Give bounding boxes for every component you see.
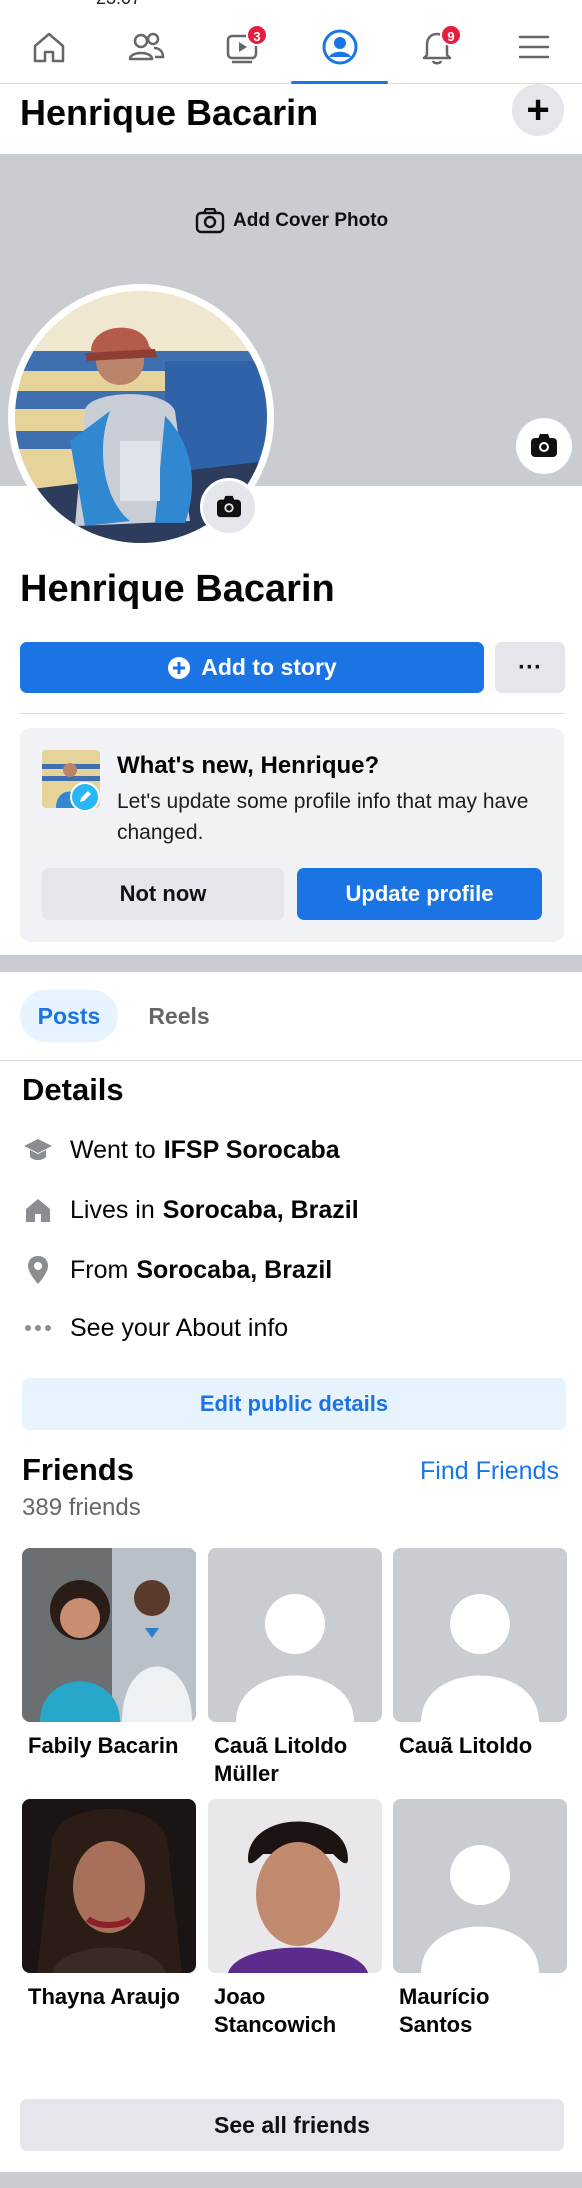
friends-count: 389 friends [22, 1494, 141, 1521]
plus-circle-icon [168, 656, 191, 679]
pencil-icon [70, 782, 100, 812]
profile-icon [322, 29, 357, 65]
create-button[interactable]: + [512, 84, 564, 136]
add-cover-photo-button[interactable]: Add Cover Photo [195, 208, 388, 234]
profile-picture-camera-button[interactable] [200, 478, 258, 536]
header-title: Henrique Bacarin [20, 92, 319, 133]
detail-value: IFSP Sorocaba [163, 1135, 340, 1164]
add-to-story-button[interactable]: Add to story [20, 642, 484, 693]
default-avatar-icon [393, 1548, 567, 1722]
see-all-friends-button[interactable]: See all friends [20, 2099, 564, 2151]
detail-value: Sorocaba, Brazil [136, 1255, 333, 1284]
nav-notifications[interactable]: 9 [388, 10, 485, 84]
divider [0, 1060, 582, 1061]
default-avatar-icon [393, 1799, 567, 1973]
detail-education[interactable]: Went to IFSP Sorocaba [22, 1130, 340, 1170]
friend-name: Cauã Litoldo Müller [214, 1733, 348, 1786]
top-navigation: 3 9 [0, 10, 582, 84]
not-now-button[interactable]: Not now [42, 868, 284, 920]
friend-photo [208, 1799, 382, 1973]
divider [20, 713, 564, 714]
friend-card[interactable]: Cauã Litoldo [393, 1548, 567, 1760]
camera-icon [217, 495, 241, 518]
camera-icon [195, 208, 225, 234]
find-friends-link[interactable]: Find Friends [420, 1457, 559, 1486]
menu-icon [518, 35, 549, 59]
friend-card[interactable]: Thayna Araujo [22, 1799, 196, 2011]
watch-badge: 3 [246, 24, 268, 46]
house-icon [22, 1194, 54, 1226]
detail-about-info[interactable]: See your About info [22, 1308, 288, 1348]
friend-name: Joao Stancowich [214, 1984, 337, 2037]
cover-camera-button[interactable] [516, 418, 572, 474]
friends-title: Friends [22, 1452, 134, 1487]
graduation-cap-icon [22, 1134, 54, 1166]
friend-name: Maurício Santos [399, 1984, 490, 2037]
add-cover-photo-label: Add Cover Photo [233, 210, 389, 231]
profile-header: Henrique Bacarin + [0, 84, 582, 154]
nav-home[interactable] [0, 10, 97, 84]
friend-photo [22, 1799, 196, 1973]
nav-friends[interactable] [97, 10, 194, 84]
detail-from[interactable]: From Sorocaba, Brazil [22, 1250, 332, 1290]
section-divider [0, 2172, 582, 2188]
whats-new-title: What's new, Henrique? [117, 752, 380, 779]
whats-new-card: What's new, Henrique? Let's update some … [20, 728, 564, 942]
status-time: 23:07 [96, 0, 141, 9]
nav-watch[interactable]: 3 [194, 10, 291, 84]
friend-name: Thayna Araujo [28, 1984, 180, 2009]
location-pin-icon [22, 1254, 54, 1286]
add-to-story-label: Add to story [201, 654, 337, 680]
friend-photo [22, 1548, 196, 1722]
nav-menu[interactable] [485, 10, 582, 84]
detail-lives-in[interactable]: Lives in Sorocaba, Brazil [22, 1190, 359, 1230]
friend-card[interactable]: Fabily Bacarin [22, 1548, 196, 1760]
default-avatar-icon [208, 1548, 382, 1722]
detail-prefix: See your About info [70, 1313, 289, 1342]
detail-value: Sorocaba, Brazil [162, 1195, 359, 1224]
friend-card[interactable]: Maurício Santos [393, 1799, 567, 2039]
details-title: Details [22, 1072, 124, 1107]
friends-icon [128, 32, 164, 61]
detail-prefix: Went to [70, 1135, 156, 1164]
tab-posts[interactable]: Posts [20, 990, 118, 1042]
friend-name: Cauã Litoldo [399, 1733, 533, 1758]
detail-prefix: Lives in [70, 1195, 155, 1224]
section-divider [0, 955, 582, 972]
whats-new-text: Let's update some profile info that may … [117, 790, 529, 844]
home-icon [33, 32, 64, 63]
more-options-button[interactable]: ··· [495, 642, 565, 693]
detail-prefix: From [70, 1255, 129, 1284]
nav-profile[interactable] [291, 10, 388, 84]
notifications-badge: 9 [440, 24, 462, 46]
edit-public-details-button[interactable]: Edit public details [22, 1378, 566, 1430]
status-bar: 23:07 [0, 0, 582, 10]
tab-reels[interactable]: Reels [130, 990, 228, 1042]
update-profile-button[interactable]: Update profile [297, 868, 542, 920]
more-dots-icon [22, 1312, 54, 1344]
friend-card[interactable]: Cauã Litoldo Müller [208, 1548, 382, 1788]
friend-card[interactable]: Joao Stancowich [208, 1799, 382, 2039]
friend-name: Fabily Bacarin [28, 1733, 179, 1758]
profile-name: Henrique Bacarin [20, 568, 335, 610]
camera-icon [531, 434, 557, 457]
